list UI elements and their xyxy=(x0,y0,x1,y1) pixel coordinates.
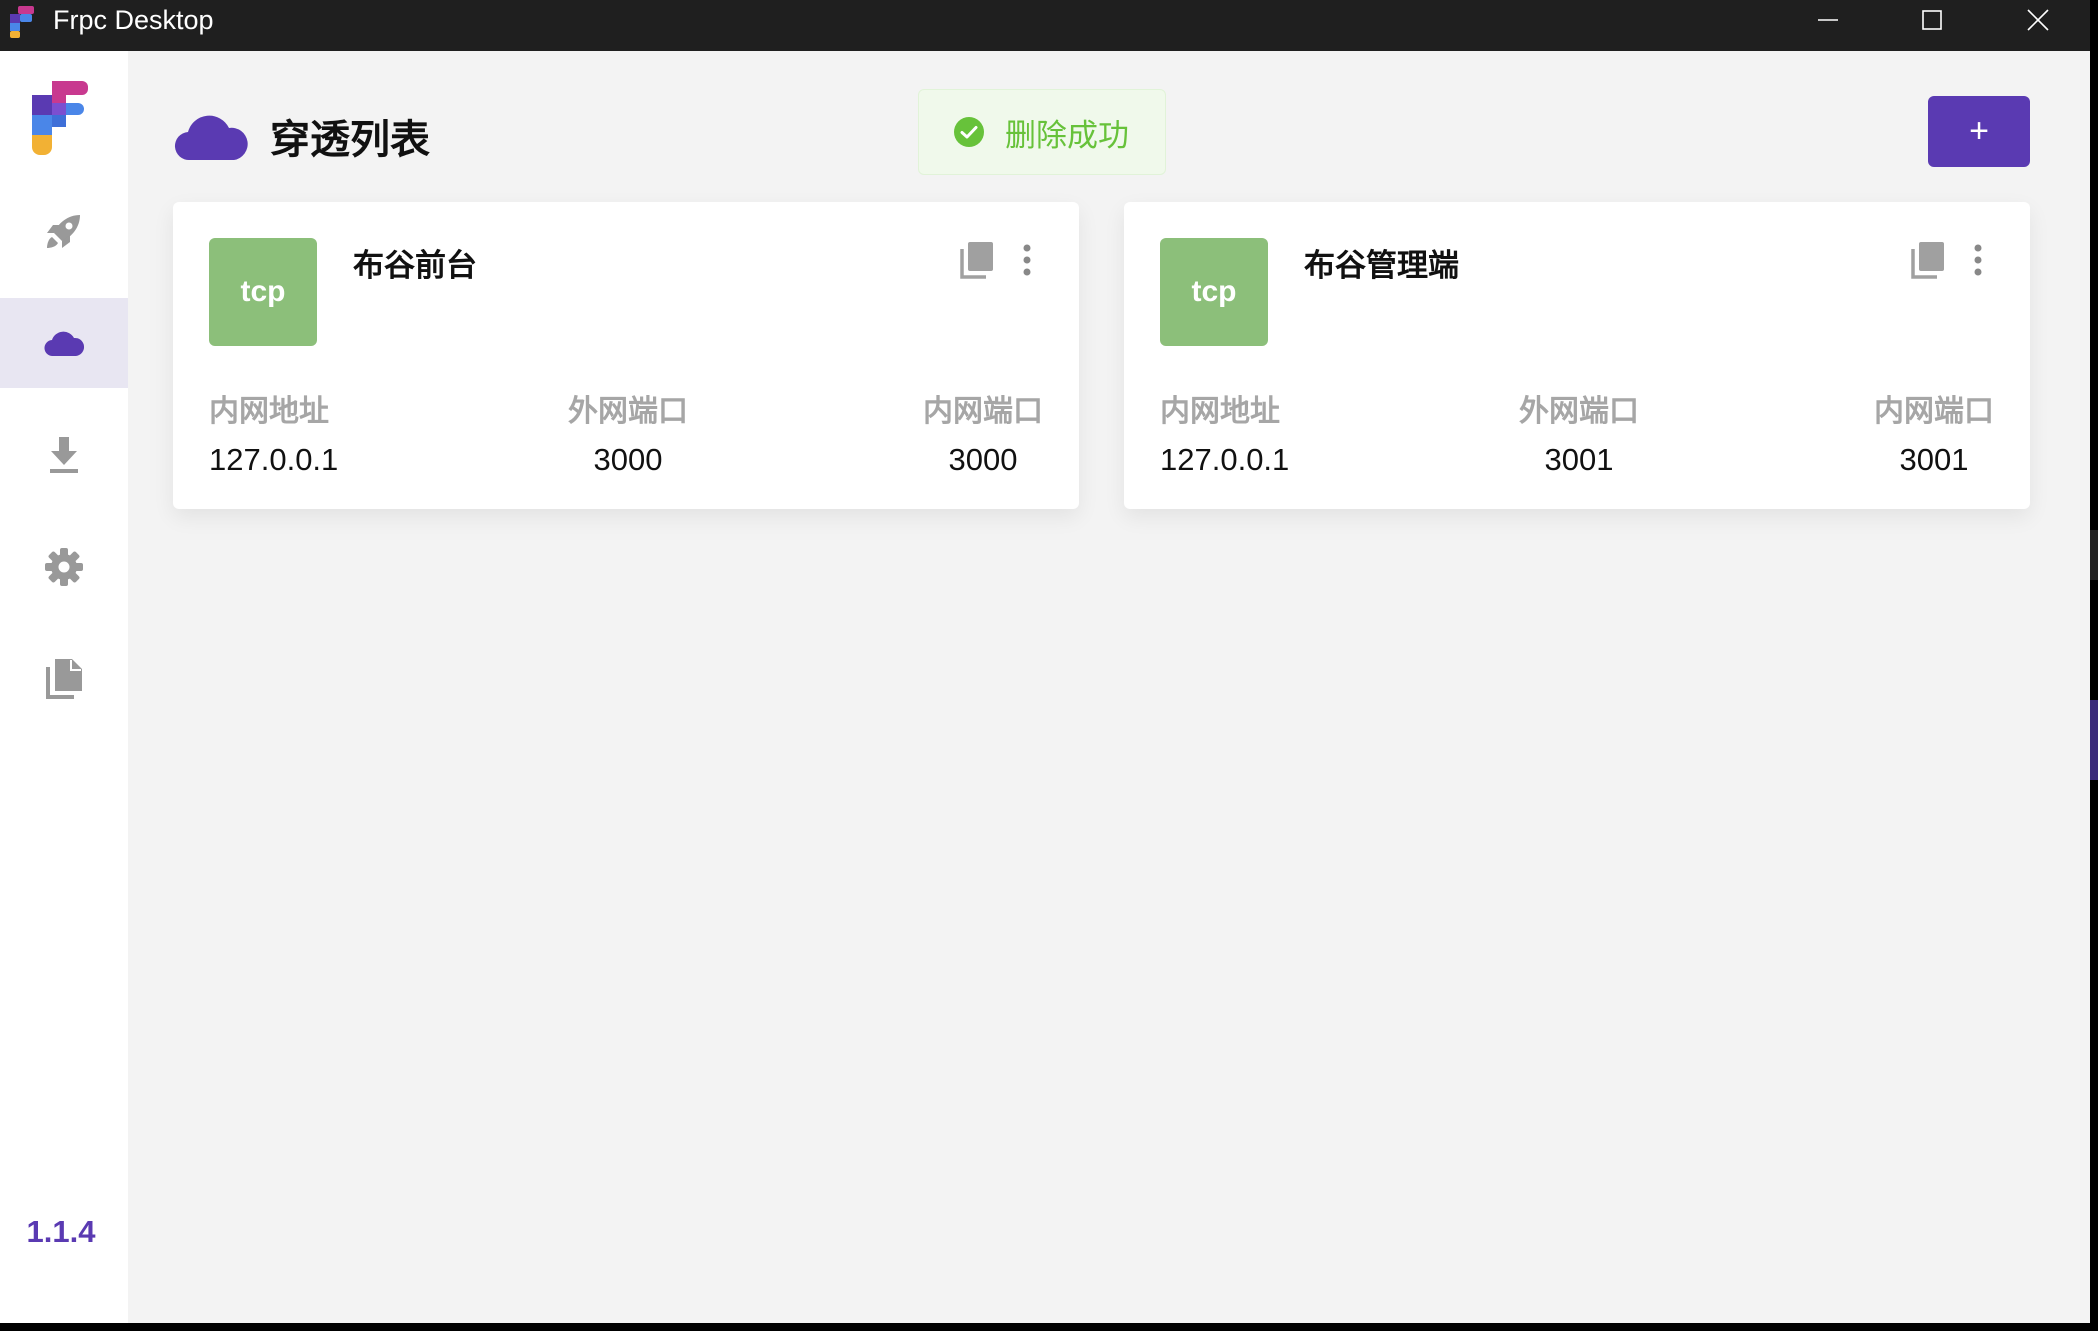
close-button[interactable] xyxy=(1993,0,2083,40)
field-value: 3001 xyxy=(1544,442,1614,477)
background-window-edge xyxy=(2090,700,2098,780)
cloud-icon xyxy=(44,331,85,357)
remote-port-field: 外网端口 3000 xyxy=(528,386,728,478)
nav-logs[interactable] xyxy=(0,634,128,724)
toast-message: 删除成功 xyxy=(1005,117,1129,153)
proxy-type-badge: tcp xyxy=(209,238,317,346)
field-value: 3000 xyxy=(593,442,663,477)
success-toast: 删除成功 xyxy=(918,89,1166,175)
proxy-name: 布谷前台 xyxy=(353,248,477,283)
field-label: 内网地址 xyxy=(1160,395,1280,428)
copy-icon[interactable] xyxy=(959,240,995,280)
page-header: 穿透列表 xyxy=(174,101,430,171)
title-bar: Frpc Desktop xyxy=(0,0,2090,51)
field-label: 内网地址 xyxy=(209,395,329,428)
more-vertical-icon[interactable] xyxy=(1019,240,1035,280)
local-port-field: 内网端口 3000 xyxy=(923,386,1043,478)
check-circle-icon xyxy=(954,117,984,147)
window-title: Frpc Desktop xyxy=(53,5,214,35)
proxy-type-badge: tcp xyxy=(1160,238,1268,346)
background-window-edge xyxy=(2090,530,2098,580)
minimize-button[interactable] xyxy=(1783,0,1873,40)
field-value: 3001 xyxy=(1899,442,1969,477)
gear-icon xyxy=(45,548,83,586)
main-content: 穿透列表 删除成功 + tcp 布谷前台 内网地址 127.0.0.1 外网端口… xyxy=(128,51,2090,1323)
maximize-button[interactable] xyxy=(1887,0,1977,40)
page-title: 穿透列表 xyxy=(270,118,430,162)
maximize-icon xyxy=(1922,10,1942,30)
download-icon xyxy=(50,437,78,473)
more-vertical-icon[interactable] xyxy=(1970,240,1986,280)
field-label: 内网端口 xyxy=(923,395,1043,428)
app-logo-icon xyxy=(10,6,34,38)
rocket-icon xyxy=(47,215,80,248)
field-value: 3000 xyxy=(948,442,1018,477)
nav-download[interactable] xyxy=(0,410,128,500)
proxy-card: tcp 布谷前台 内网地址 127.0.0.1 外网端口 3000 内网端口 3… xyxy=(173,202,1079,509)
local-port-field: 内网端口 3001 xyxy=(1874,386,1994,478)
proxy-card: tcp 布谷管理端 内网地址 127.0.0.1 外网端口 3001 内网端口 xyxy=(1124,202,2030,509)
add-proxy-button[interactable]: + xyxy=(1928,96,2030,167)
close-icon xyxy=(2027,9,2049,31)
sidebar: 1.1.4 xyxy=(0,51,128,1323)
field-value: 127.0.0.1 xyxy=(1160,442,1290,477)
field-label: 外网端口 xyxy=(1519,395,1639,428)
copy-icon[interactable] xyxy=(1910,240,1946,280)
field-value: 127.0.0.1 xyxy=(209,442,339,477)
minimize-icon xyxy=(1818,19,1838,21)
cloud-icon xyxy=(174,115,248,161)
remote-port-field: 外网端口 3001 xyxy=(1479,386,1679,478)
nav-rocket[interactable] xyxy=(0,186,128,276)
document-copy-icon xyxy=(46,659,82,699)
brand-logo-icon xyxy=(32,81,88,155)
nav-settings[interactable] xyxy=(0,522,128,612)
app-version: 1.1.4 xyxy=(26,1214,96,1249)
field-label: 内网端口 xyxy=(1874,395,1994,428)
local-ip-field: 内网地址 127.0.0.1 xyxy=(209,386,338,478)
app-window: Frpc Desktop 1.1.4 穿透列表 删除成功 + tcp 布谷前台 … xyxy=(0,0,2090,1323)
nav-proxy-list[interactable] xyxy=(0,298,128,388)
local-ip-field: 内网地址 127.0.0.1 xyxy=(1160,386,1289,478)
field-label: 外网端口 xyxy=(568,395,688,428)
proxy-name: 布谷管理端 xyxy=(1304,248,1459,283)
